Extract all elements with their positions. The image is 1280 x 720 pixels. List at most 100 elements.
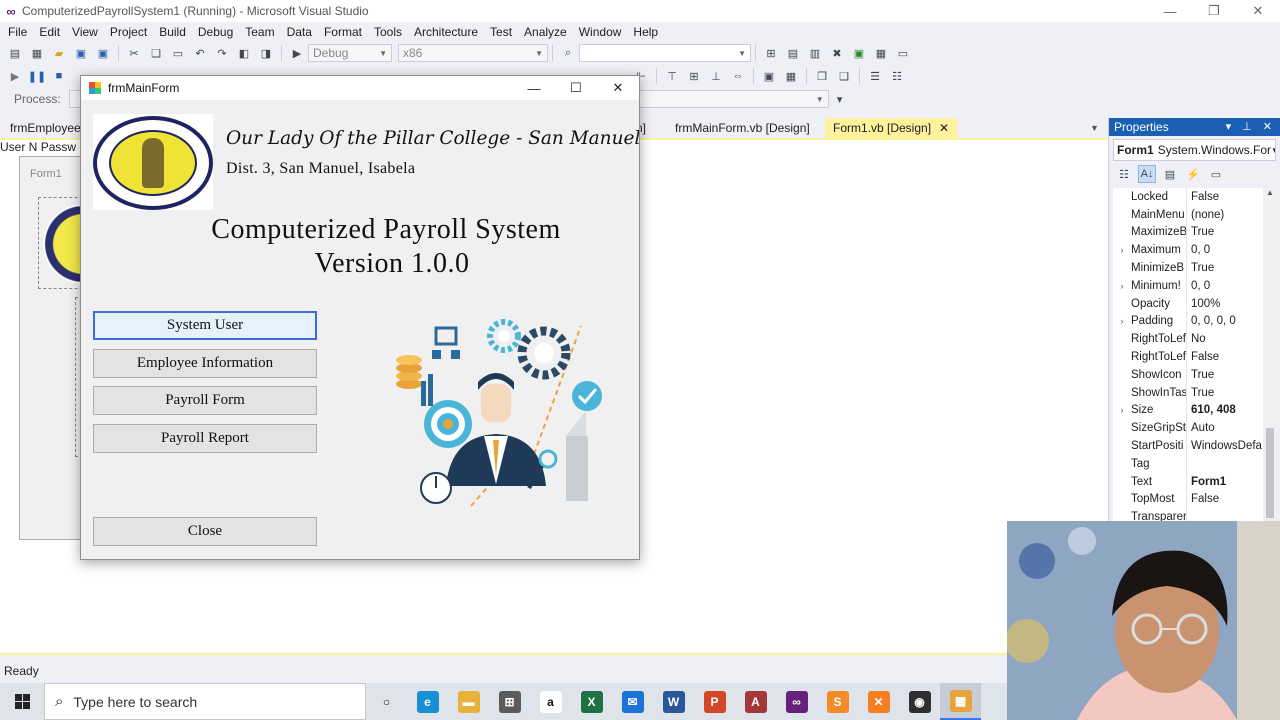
make-same-width-icon[interactable]: ⇔	[730, 68, 746, 84]
property-value[interactable]	[1186, 454, 1191, 473]
taskbar-app-button[interactable]: ∞	[776, 683, 817, 720]
property-row[interactable]: StartPositi WindowsDefa	[1113, 437, 1263, 455]
taskbar-app-button[interactable]: ▦	[940, 683, 981, 720]
restore-icon[interactable]: ❐	[1192, 0, 1236, 22]
scroll-up-icon[interactable]: ▲	[1263, 188, 1277, 202]
property-value[interactable]: Form1	[1186, 472, 1226, 491]
design-form1[interactable]: Form1	[19, 156, 95, 540]
menu-tools[interactable]: Tools	[368, 25, 408, 39]
alphabetical-icon[interactable]: A↓	[1138, 165, 1156, 183]
taskbar-app-button[interactable]: ○	[366, 683, 407, 720]
align-tops-icon[interactable]: ⊤	[664, 68, 680, 84]
property-row[interactable]: › Padding 0, 0, 0, 0	[1113, 312, 1263, 331]
property-row[interactable]: ShowInTas True	[1113, 383, 1263, 402]
menu-build[interactable]: Build	[153, 25, 192, 39]
properties-window-icon[interactable]: ▤	[785, 45, 801, 61]
cut-icon[interactable]: ✂	[126, 45, 142, 61]
properties-icon[interactable]: ▤	[1161, 165, 1179, 183]
property-row[interactable]: MaximizeB True	[1113, 223, 1263, 242]
tab-order-icon[interactable]: ☰	[867, 68, 883, 84]
start-button[interactable]	[0, 683, 44, 720]
property-row[interactable]: TopMost False	[1113, 490, 1263, 509]
paste-icon[interactable]: ▭	[170, 45, 186, 61]
property-row[interactable]: Locked False	[1113, 188, 1263, 206]
find-combo[interactable]: ▼	[579, 44, 751, 62]
scroll-thumb[interactable]	[1266, 428, 1274, 518]
menu-view[interactable]: View	[66, 25, 104, 39]
property-row[interactable]: RightToLef False	[1113, 348, 1263, 366]
property-value[interactable]: 0, 0	[1186, 241, 1210, 260]
system-user-button[interactable]: System User	[93, 311, 317, 340]
taskbar-app-button[interactable]: ✕	[858, 683, 899, 720]
toolbar-overflow-icon[interactable]: ▾	[832, 91, 848, 107]
taskbar-app-button[interactable]: A	[735, 683, 776, 720]
new-project-icon[interactable]: ▤	[7, 45, 23, 61]
categorized-icon[interactable]: ☷	[1115, 165, 1133, 183]
menu-architecture[interactable]: Architecture	[408, 25, 484, 39]
chevron-down-icon[interactable]: ▼	[1090, 118, 1099, 138]
server-explorer-icon[interactable]: ▣	[851, 45, 867, 61]
taskbar-app-button[interactable]: W	[653, 683, 694, 720]
property-value[interactable]: Auto	[1186, 419, 1215, 438]
property-value[interactable]: 100%	[1186, 294, 1220, 313]
solution-platform-combo[interactable]: x86 ▼	[398, 44, 548, 62]
taskbar-app-button[interactable]: a	[530, 683, 571, 720]
menu-file[interactable]: File	[2, 25, 33, 39]
properties-object-selector[interactable]: Form1 System.Windows.For ▼	[1113, 139, 1276, 161]
save-icon[interactable]: ▣	[73, 45, 89, 61]
menu-format[interactable]: Format	[318, 25, 368, 39]
object-browser-icon[interactable]: ▥	[807, 45, 823, 61]
property-row[interactable]: › Minimum! 0, 0	[1113, 276, 1263, 295]
events-icon[interactable]: ⚡	[1184, 165, 1202, 183]
property-row[interactable]: Transparer	[1113, 508, 1263, 522]
align-bottoms-icon[interactable]: ⊥	[708, 68, 724, 84]
menu-team[interactable]: Team	[239, 25, 280, 39]
save-all-icon[interactable]: ▣	[95, 45, 111, 61]
taskbar-app-button[interactable]: ◉	[899, 683, 940, 720]
copy-icon[interactable]: ❏	[148, 45, 164, 61]
minimize-icon[interactable]: —	[1148, 0, 1192, 22]
taskbar-app-button[interactable]: e	[407, 683, 448, 720]
class-view-icon[interactable]: ▦	[873, 45, 889, 61]
panel-controls[interactable]: ▾ ⊥ ✕	[1226, 118, 1276, 136]
property-pages-icon[interactable]: ▭	[1207, 165, 1225, 183]
menu-data[interactable]: Data	[281, 25, 318, 39]
chevron-right-icon[interactable]: ›	[1113, 405, 1131, 415]
menu-debug[interactable]: Debug	[192, 25, 239, 39]
payroll-form-button[interactable]: Payroll Form	[93, 386, 317, 415]
align-middles-icon[interactable]: ⊞	[686, 68, 702, 84]
undo-icon[interactable]: ↶	[192, 45, 208, 61]
tab-form1-design[interactable]: Form1.vb [Design] ✕	[825, 118, 958, 138]
property-value[interactable]: False	[1186, 348, 1219, 366]
redo-icon[interactable]: ↷	[214, 45, 230, 61]
property-row[interactable]: Tag	[1113, 454, 1263, 473]
property-value[interactable]: True	[1186, 383, 1214, 402]
property-value[interactable]: True	[1186, 223, 1214, 242]
menu-test[interactable]: Test	[484, 25, 518, 39]
toolbox-icon[interactable]: ✖	[829, 45, 845, 61]
output-window-icon[interactable]: ▭	[895, 45, 911, 61]
property-value[interactable]: WindowsDefa	[1186, 437, 1262, 455]
navigate-forward-icon[interactable]: ◨	[258, 45, 274, 61]
find-in-files-icon[interactable]: ⌕	[560, 45, 576, 61]
menu-analyze[interactable]: Analyze	[518, 25, 573, 39]
property-row[interactable]: MinimizeB True	[1113, 259, 1263, 277]
property-value[interactable]: 0, 0, 0, 0	[1186, 312, 1236, 331]
property-row[interactable]: › Maximum 0, 0	[1113, 241, 1263, 260]
solution-explorer-icon[interactable]: ⊞	[763, 45, 779, 61]
property-row[interactable]: SizeGripSty Auto	[1113, 419, 1263, 438]
menu-help[interactable]: Help	[627, 25, 664, 39]
tab-frm-main-form-design[interactable]: frmMainForm.vb [Design]	[667, 118, 818, 138]
property-value[interactable]: 0, 0	[1186, 276, 1210, 295]
payroll-report-button[interactable]: Payroll Report	[93, 424, 317, 453]
send-to-back-icon[interactable]: ❏	[836, 68, 852, 84]
property-row[interactable]: MainMenu (none)	[1113, 205, 1263, 224]
layout-toolbar-options-icon[interactable]: ☷	[889, 68, 905, 84]
close-button[interactable]: Close	[93, 517, 317, 546]
property-grid-scrollbar[interactable]: ▲	[1263, 188, 1277, 522]
property-value[interactable]: False	[1186, 188, 1219, 206]
property-value[interactable]: 610, 408	[1186, 401, 1236, 420]
property-value[interactable]: No	[1186, 330, 1206, 349]
property-row[interactable]: RightToLef No	[1113, 330, 1263, 349]
tab-frm-employee[interactable]: frmEmployeeI	[2, 118, 92, 138]
